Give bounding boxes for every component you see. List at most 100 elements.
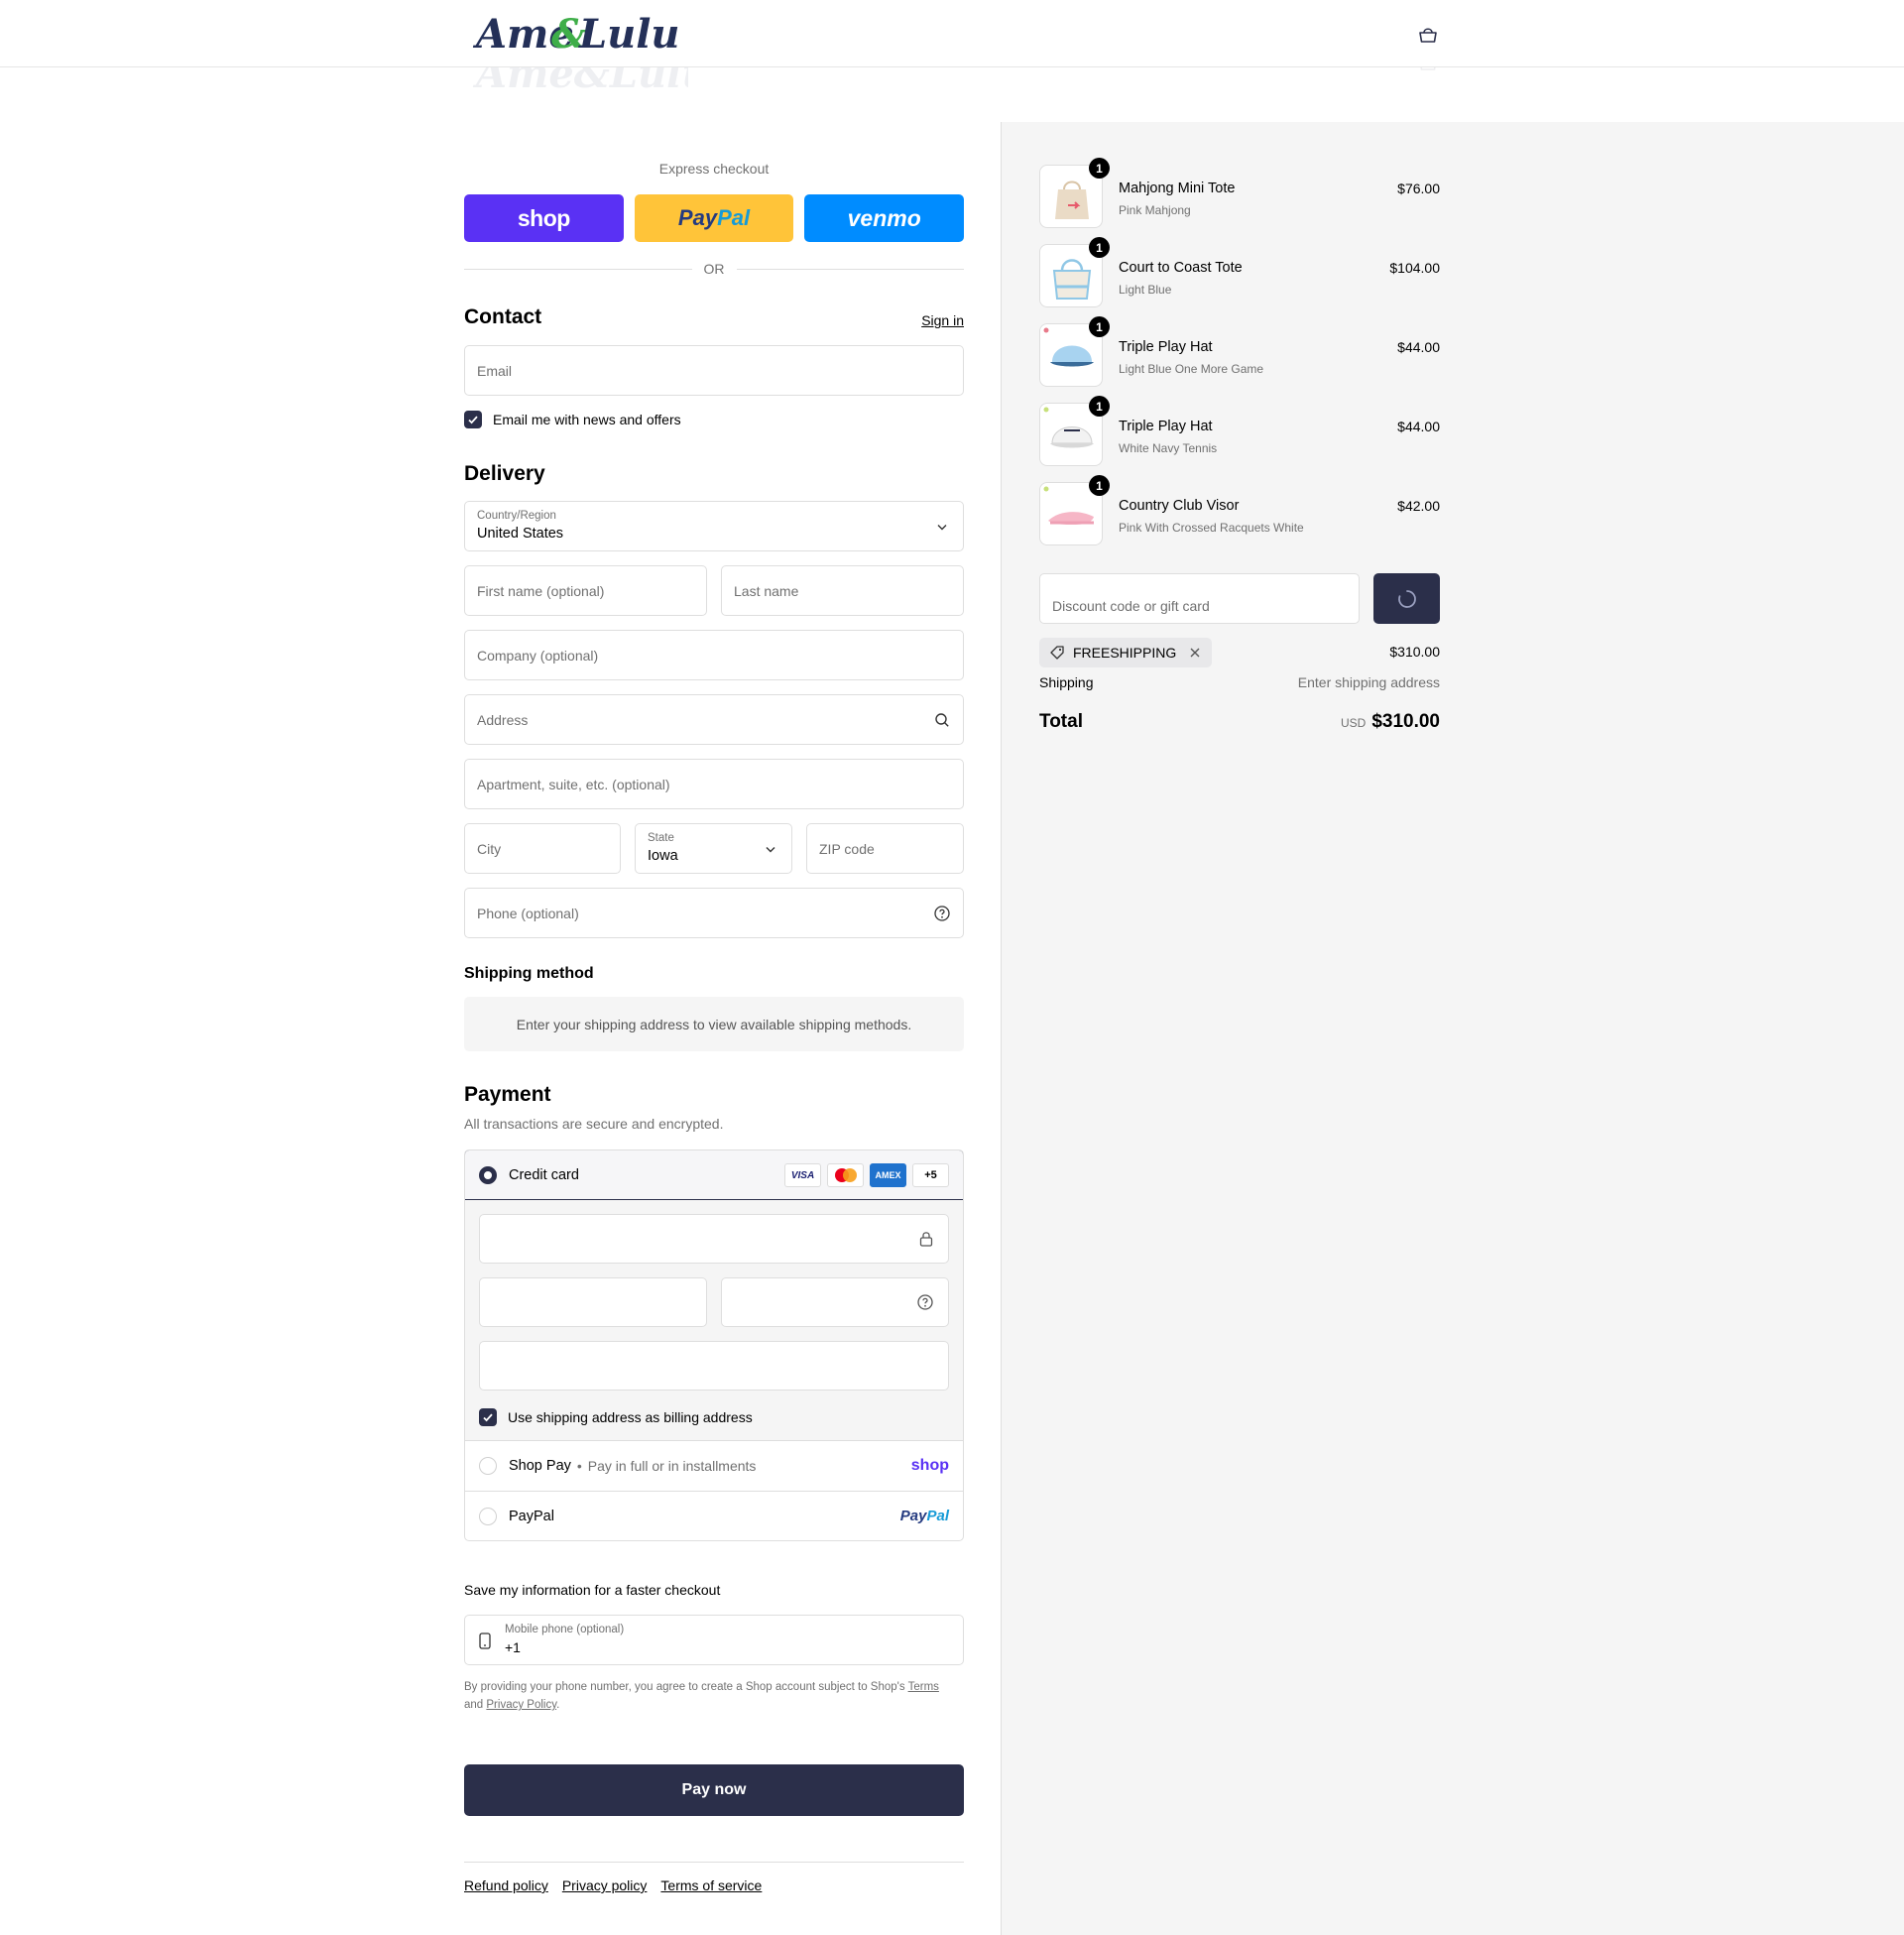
billing-same-checkbox[interactable] (479, 1408, 497, 1426)
last-name-placeholder: Last name (734, 582, 799, 599)
paypal-express-button[interactable]: Pay Pal (634, 194, 794, 242)
applied-code: FREESHIPPING (1073, 645, 1177, 661)
city-field[interactable]: City (464, 823, 621, 874)
item-name: Triple Play Hat (1119, 339, 1213, 355)
venmo-wordmark: venmo (847, 204, 921, 231)
mobile-phone-icon (479, 1633, 491, 1649)
express-checkout-title: Express checkout (658, 161, 770, 177)
help-circle-icon[interactable] (933, 905, 951, 922)
applied-discount-chip: FREESHIPPING (1039, 638, 1213, 667)
product-thumbnail: 1 (1039, 316, 1110, 387)
apply-discount-button[interactable] (1373, 573, 1440, 624)
delivery-title: Delivery (464, 462, 545, 485)
shop-pay-express-button[interactable]: shop (464, 194, 624, 242)
item-variant: White Navy Tennis (1119, 441, 1218, 455)
country-label: Country/Region (477, 510, 556, 522)
last-name-field[interactable]: Last name (721, 565, 964, 616)
state-label: State (648, 832, 674, 844)
help-circle-icon[interactable] (916, 1293, 934, 1311)
credit-card-radio[interactable] (479, 1165, 497, 1184)
discount-code-field[interactable]: Discount code or gift card (1039, 573, 1360, 624)
card-number-field[interactable] (479, 1214, 949, 1264)
shipping-value: Enter shipping address (1297, 674, 1440, 690)
shipping-label: Shipping (1039, 674, 1094, 690)
svg-text:Lulu: Lulu (578, 11, 679, 58)
venmo-express-button[interactable]: venmo (804, 194, 965, 242)
total-amount: USD $310.00 (1341, 711, 1440, 733)
express-checkout-buttons: shop Pay Pal venmo (464, 194, 965, 242)
mastercard-icon (827, 1163, 864, 1187)
paypal-radio[interactable] (479, 1507, 497, 1525)
phone-placeholder: Phone (optional) (477, 905, 579, 921)
footer-divider (464, 1862, 964, 1863)
terms-link[interactable]: Terms (908, 1681, 939, 1693)
mobile-phone-label: Mobile phone (optional) (505, 1624, 625, 1635)
paypal-option[interactable]: PayPal PayPal (465, 1491, 963, 1540)
or-label: OR (703, 261, 725, 277)
paypal-wordmark-pal: Pal (717, 205, 751, 230)
state-select[interactable]: State Iowa (635, 823, 792, 874)
sign-in-link[interactable]: Sign in (921, 312, 964, 328)
expiration-date-field[interactable] (479, 1277, 707, 1327)
divider-line (464, 268, 692, 270)
contact-title: Contact (464, 305, 542, 328)
total-label: Total (1039, 711, 1083, 732)
name-on-card-field[interactable] (479, 1341, 949, 1391)
item-name: Court to Coast Tote (1119, 260, 1243, 276)
security-code-field[interactable] (721, 1277, 949, 1327)
shop-pay-option[interactable]: Shop Pay • Pay in full or in installment… (465, 1441, 963, 1491)
product-thumbnail: 1 (1039, 396, 1110, 466)
card-logos: VISA AMEX +5 (784, 1163, 949, 1187)
quantity-badge: 1 (1089, 237, 1110, 258)
first-name-field[interactable]: First name (optional) (464, 565, 707, 616)
item-variant: Pink With Crossed Racquets White (1119, 521, 1304, 535)
cart-item: 1 Country Club Visor Pink With Crossed R… (1039, 475, 1440, 547)
bag-icon[interactable] (1417, 24, 1439, 46)
paypal-wordmark-pay: Pay (677, 205, 718, 230)
email-field[interactable]: Email (464, 345, 964, 396)
item-variant: Light Blue One More Game (1119, 362, 1264, 376)
separator-dot: • (576, 1458, 582, 1474)
privacy-policy-link[interactable]: Privacy Policy (486, 1699, 556, 1711)
refund-policy-link[interactable]: Refund policy (464, 1877, 548, 1893)
check-icon (468, 416, 478, 424)
country-select[interactable]: Country/Region United States (464, 501, 964, 551)
legal-text-1: By providing your phone number, you agre… (464, 1681, 908, 1693)
state-value: Iowa (648, 848, 678, 864)
company-field[interactable]: Company (optional) (464, 630, 964, 680)
check-icon (483, 1413, 493, 1422)
apartment-field[interactable]: Apartment, suite, etc. (optional) (464, 759, 964, 809)
lock-icon (919, 1232, 933, 1247)
news-offers-label: Email me with news and offers (493, 412, 681, 427)
footer-links: Refund policy Privacy policy Terms of se… (464, 1877, 762, 1893)
credit-card-option[interactable]: Credit card VISA AMEX +5 (465, 1150, 963, 1200)
zip-field[interactable]: ZIP code (806, 823, 964, 874)
divider-line (736, 268, 964, 270)
tag-icon (1050, 646, 1064, 660)
paypal-logo: PayPal (900, 1508, 949, 1524)
pay-now-button[interactable]: Pay now (464, 1764, 964, 1816)
payment-subtitle: All transactions are secure and encrypte… (464, 1116, 724, 1132)
address-field[interactable]: Address (464, 694, 964, 745)
zip-placeholder: ZIP code (819, 840, 875, 857)
paypal-label: PayPal (509, 1508, 554, 1524)
terms-of-service-link[interactable]: Terms of service (660, 1877, 762, 1893)
remove-code-icon[interactable] (1188, 646, 1202, 660)
item-price: $44.00 (1397, 419, 1440, 434)
item-price: $104.00 (1389, 260, 1440, 276)
payment-methods: Credit card VISA AMEX +5 Use shipping ad… (464, 1149, 964, 1541)
city-placeholder: City (477, 840, 502, 857)
chevron-down-icon (766, 846, 775, 852)
chevron-down-icon (937, 524, 947, 530)
mobile-phone-field[interactable]: Mobile phone (optional) +1 (464, 1615, 964, 1665)
shipping-method-title: Shipping method (464, 965, 594, 982)
phone-field[interactable]: Phone (optional) (464, 888, 964, 938)
news-offers-checkbox[interactable] (464, 411, 482, 428)
shop-pay-radio[interactable] (479, 1457, 497, 1475)
privacy-policy-footer-link[interactable]: Privacy policy (562, 1877, 648, 1893)
brand-logo[interactable]: Ame & Lulu (470, 6, 688, 63)
credit-card-label: Credit card (509, 1166, 579, 1183)
email-placeholder: Email (477, 362, 513, 379)
shop-pay-logo: shop (910, 1457, 949, 1474)
shop-legal-text: By providing your phone number, you agre… (464, 1678, 964, 1714)
